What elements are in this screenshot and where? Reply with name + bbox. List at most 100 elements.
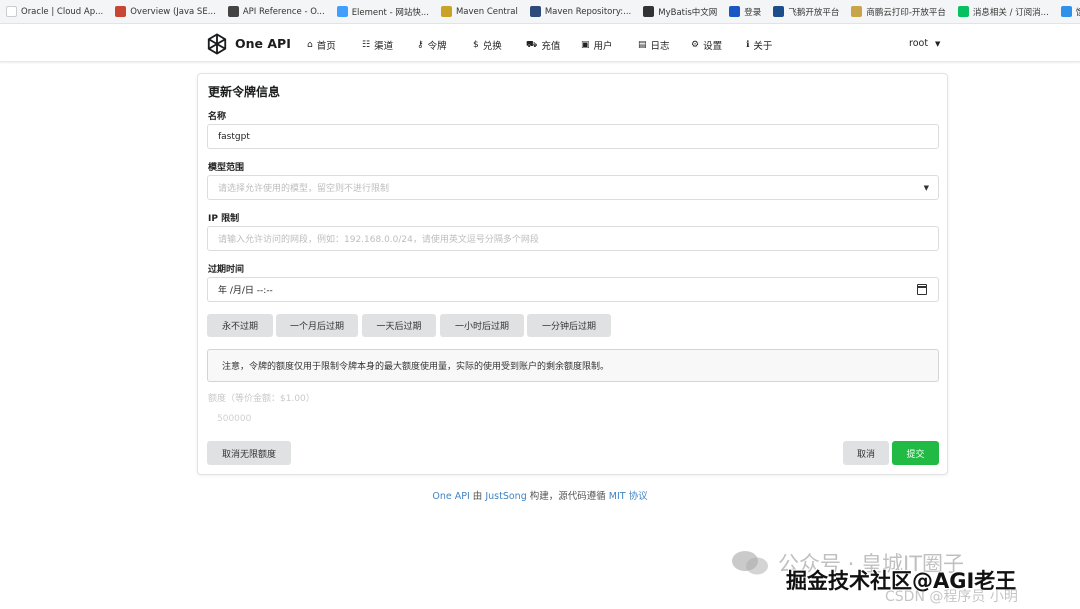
bookmark-item[interactable]: Overview (Java SE... xyxy=(109,0,222,23)
bookmark-label: Overview (Java SE... xyxy=(130,6,216,17)
bookmark-item[interactable]: 登录 xyxy=(723,0,767,23)
quota-notice: 注意，令牌的额度仅用于限制令牌本身的最大额度使用量，实际的使用受到账户的剩余额度… xyxy=(207,349,939,382)
quota-input[interactable]: 500000 xyxy=(217,414,251,424)
expire-one-hour-button[interactable]: 一小时后过期 xyxy=(440,314,524,337)
cancel-unlimited-quota-button[interactable]: 取消无限额度 xyxy=(207,441,291,465)
cart-icon: ⛟ xyxy=(526,39,538,50)
page-title: 更新令牌信息 xyxy=(208,85,281,99)
footer: One API 由 JustSong 构建，源代码遵循 MIT 协议 xyxy=(0,488,1080,502)
expire-datetime-input[interactable]: 年 /月/日 --:-- xyxy=(207,277,939,302)
bookmark-item[interactable]: 商鹏云打印-开放平台 xyxy=(845,0,952,23)
bookmark-item[interactable]: Maven Central xyxy=(435,0,524,23)
nav-label: 兑换 xyxy=(482,41,502,52)
bookmark-label: MyBatis中文网 xyxy=(658,7,718,18)
models-label: 模型范围 xyxy=(208,163,245,173)
nav-label: 首页 xyxy=(316,41,336,52)
bookmark-label: 飞鹅开放平台 xyxy=(788,7,840,18)
name-value: fastgpt xyxy=(218,131,250,142)
nav-item-about[interactable]: ℹ 关于 xyxy=(746,38,772,52)
mvn-icon xyxy=(529,6,541,17)
bookmark-item[interactable]: 饿了么商家开放平台 xyxy=(1055,0,1080,23)
bookmarks-bar: Oracle | Cloud Ap... Overview (Java SE...… xyxy=(0,0,1080,24)
name-input[interactable]: fastgpt xyxy=(207,124,939,149)
quota-label: 额度（等价金额：$1.00） xyxy=(208,394,315,404)
calendar-icon[interactable] xyxy=(917,284,927,295)
nav-label: 设置 xyxy=(703,41,723,52)
footer-justsong-link[interactable]: JustSong xyxy=(485,491,526,502)
bookmark-item[interactable]: 消息相关 / 订阅消... xyxy=(952,0,1055,23)
nav-label: 用户 xyxy=(593,41,613,52)
bookmark-label: Oracle | Cloud Ap... xyxy=(21,6,104,17)
never-expire-button[interactable]: 永不过期 xyxy=(207,314,273,337)
footer-mit-link[interactable]: MIT 协议 xyxy=(609,491,648,502)
caret-down-icon: ▼ xyxy=(923,184,929,192)
mybatis-icon xyxy=(643,6,655,17)
expire-one-month-button[interactable]: 一个月后过期 xyxy=(276,314,358,337)
bookmark-item[interactable]: MyBatis中文网 xyxy=(637,0,723,23)
print-icon xyxy=(851,6,863,17)
models-placeholder: 请选择允许使用的模型，留空则不进行限制 xyxy=(218,184,390,194)
nav-item-redeem[interactable]: $ 兑换 xyxy=(473,38,502,52)
nav-item-settings[interactable]: ⚙ 设置 xyxy=(691,38,722,52)
sitemap-icon: ☷ xyxy=(362,40,371,50)
openai-logo-icon[interactable] xyxy=(204,31,230,57)
info-icon: ℹ xyxy=(746,40,750,50)
bookmark-label: 商鹏云打印-开放平台 xyxy=(866,7,946,18)
bookmark-label: 消息相关 / 订阅消... xyxy=(972,7,1049,18)
bookmark-label: API Reference - O... xyxy=(242,6,325,17)
bookmark-label: Element - 网站快... xyxy=(351,7,429,18)
csdn-watermark: CSDN @程序员 小明 xyxy=(885,589,1018,605)
cancel-button[interactable]: 取消 xyxy=(843,441,889,465)
bookmark-item[interactable]: API Reference - O... xyxy=(222,0,331,23)
oracle-icon xyxy=(115,6,127,17)
bookmark-item[interactable]: Maven Repository:... xyxy=(524,0,637,23)
maven-icon xyxy=(440,6,452,17)
bookmark-item[interactable]: Oracle | Cloud Ap... xyxy=(0,0,109,23)
footer-oneapi-link[interactable]: One API xyxy=(432,491,469,502)
nav-label: 令牌 xyxy=(427,41,447,52)
expire-one-minute-button[interactable]: 一分钟后过期 xyxy=(527,314,611,337)
ip-label: IP 限制 xyxy=(208,214,240,224)
nav-item-home[interactable]: ⌂ 首页 xyxy=(307,38,336,52)
expire-value: 年 /月/日 --:-- xyxy=(218,286,273,296)
expire-label: 过期时间 xyxy=(208,265,245,275)
home-icon: ⌂ xyxy=(307,40,313,50)
footer-text: 由 xyxy=(469,491,486,502)
submit-button[interactable]: 提交 xyxy=(892,441,939,465)
nav-item-user[interactable]: ▣ 用户 xyxy=(581,38,613,52)
nav-item-token[interactable]: ⚷ 令牌 xyxy=(417,38,447,52)
ip-input[interactable]: 请输入允许访问的网段，例如：192.168.0.0/24，请使用英文逗号分隔多个… xyxy=(207,226,939,251)
footer-text: 构建，源代码遵循 xyxy=(526,491,609,502)
nav-item-log[interactable]: ▤ 日志 xyxy=(638,38,670,52)
nav-item-channel[interactable]: ☷ 渠道 xyxy=(362,38,393,52)
gear-icon: ⚙ xyxy=(691,40,700,50)
nav-label: 日志 xyxy=(650,41,670,52)
user-menu-dropdown[interactable]: root ▼ xyxy=(909,38,940,49)
login-icon xyxy=(729,6,741,17)
dollar-icon: $ xyxy=(473,40,479,50)
nav-label: 充值 xyxy=(541,41,561,52)
user-icon: ▣ xyxy=(581,40,590,50)
brand-name[interactable]: One API xyxy=(235,36,291,51)
expire-one-day-button[interactable]: 一天后过期 xyxy=(362,314,436,337)
bookmark-item[interactable]: 飞鹅开放平台 xyxy=(767,0,845,23)
element-icon xyxy=(336,6,348,17)
nav-item-topup[interactable]: ⛟ 充值 xyxy=(526,38,561,53)
name-label: 名称 xyxy=(208,112,227,122)
bookmark-item[interactable]: Element - 网站快... xyxy=(331,0,435,23)
blank-icon xyxy=(6,6,17,17)
openai-icon xyxy=(227,6,239,17)
bookmark-label: 登录 xyxy=(744,7,762,18)
username: root xyxy=(909,38,929,49)
notice-text: 注意，令牌的额度仅用于限制令牌本身的最大额度使用量，实际的使用受到账户的剩余额度… xyxy=(222,362,610,372)
nav-label: 关于 xyxy=(753,41,773,52)
top-navbar: One API ⌂ 首页 ☷ 渠道 ⚷ 令牌 $ 兑换 ⛟ 充值 ▣ 用户 ▤ 日志 ⚙ 设置 … xyxy=(0,25,1080,62)
nav-label: 渠道 xyxy=(374,41,394,52)
feie-icon xyxy=(773,6,785,17)
key-icon: ⚷ xyxy=(417,40,424,50)
bookmark-label: 饿了么商家开放平台 xyxy=(1076,6,1080,18)
caret-down-icon: ▼ xyxy=(935,39,941,48)
models-select[interactable]: 请选择允许使用的模型，留空则不进行限制 ▼ xyxy=(207,175,939,200)
bookmark-label: Maven Repository:... xyxy=(544,6,632,17)
edit-token-card: 更新令牌信息 名称 fastgpt 模型范围 请选择允许使用的模型，留空则不进行… xyxy=(197,73,948,475)
